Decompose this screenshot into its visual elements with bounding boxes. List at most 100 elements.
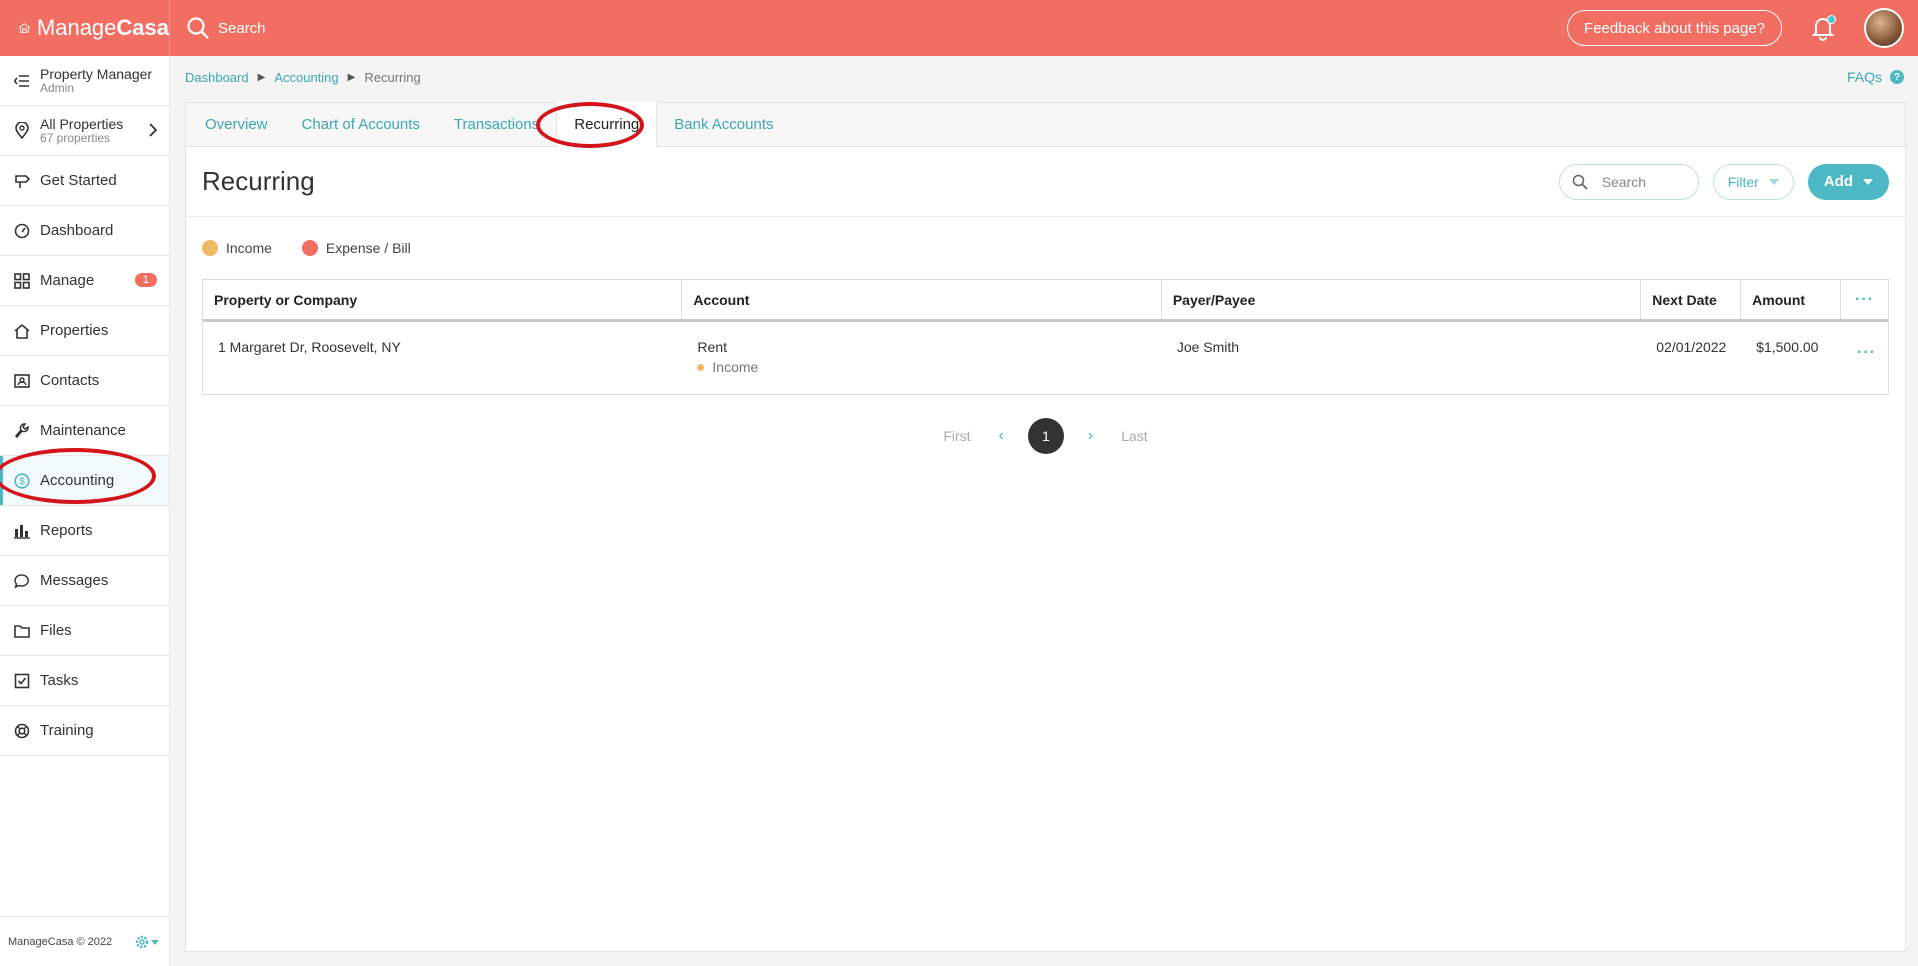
sidebar-item-tasks[interactable]: Tasks (0, 656, 169, 706)
more-options-icon: ··· (1855, 290, 1874, 308)
cell-property: 1 Margaret Dr, Roosevelt, NY (218, 339, 401, 355)
search-icon (187, 17, 209, 39)
location-pin-icon (14, 122, 30, 139)
avatar[interactable] (1864, 8, 1904, 48)
pager-last[interactable]: Last (1121, 428, 1147, 444)
income-dot (202, 240, 218, 256)
legend-income: Income (202, 240, 272, 256)
sidebar-item-files[interactable]: Files (0, 606, 169, 656)
tab-overview[interactable]: Overview (188, 102, 285, 146)
global-search[interactable]: Search (186, 16, 266, 40)
sidebar-item-label: Training (40, 722, 94, 739)
column-options-button[interactable]: ··· (1841, 280, 1888, 319)
sidebar-item-label: Messages (40, 572, 109, 589)
add-button[interactable]: Add (1807, 163, 1889, 200)
sidebar-item-training[interactable]: Training (0, 706, 169, 756)
sidebar-item-manage[interactable]: Manage 1 (0, 256, 169, 306)
faqs-link[interactable]: FAQs ? (1847, 69, 1904, 85)
more-options-icon: ··· (1857, 344, 1877, 361)
settings-menu[interactable] (134, 934, 160, 950)
help-icon: ? (1890, 70, 1904, 84)
sidebar-user[interactable]: Property Manager Admin (0, 56, 169, 106)
notifications-button[interactable] (1810, 15, 1836, 41)
filter-label: Filter (1727, 173, 1759, 190)
account-type: Income (712, 359, 759, 375)
house-icon (14, 323, 30, 339)
search-icon (1572, 174, 1588, 190)
pager-first[interactable]: First (943, 428, 970, 444)
sidebar-item-maintenance[interactable]: Maintenance (0, 406, 169, 456)
column-next-date[interactable]: Next Date (1641, 280, 1742, 319)
copyright-text: ManageCasa © 2022 (8, 935, 113, 948)
chat-bubble-icon (14, 573, 30, 589)
user-role: Admin (40, 80, 75, 95)
tab-recurring[interactable]: Recurring (556, 102, 658, 147)
collapse-menu-icon[interactable] (14, 73, 30, 89)
account-name: Rent (697, 339, 727, 355)
page-header: Recurring Search Filter Add (186, 147, 1905, 217)
sidebar-all-properties[interactable]: All Properties 67 properties (0, 106, 169, 156)
house-logo-icon (19, 23, 30, 33)
cell-amount: $1,500.00 (1756, 339, 1819, 355)
pagination: First ‹ 1 › Last (186, 418, 1905, 454)
breadcrumb-chevron-icon: ▶ (257, 72, 266, 83)
column-account[interactable]: Account (682, 280, 1162, 319)
sidebar-item-messages[interactable]: Messages (0, 556, 169, 606)
sidebar-item-label: Maintenance (40, 422, 126, 439)
svg-text:$: $ (19, 476, 25, 487)
lifebuoy-icon (14, 723, 30, 739)
sidebar-item-accounting[interactable]: $ Accounting (0, 456, 169, 506)
properties-count: 67 properties (40, 130, 111, 145)
column-property[interactable]: Property or Company (203, 280, 683, 319)
breadcrumb-accounting[interactable]: Accounting (274, 70, 338, 85)
chevron-right-icon[interactable]: › (1088, 427, 1093, 445)
sidebar-item-label: Get Started (40, 172, 117, 189)
legend: Income Expense / Bill (186, 217, 1905, 279)
column-amount[interactable]: Amount (1741, 280, 1842, 319)
chevron-right-icon (148, 123, 158, 141)
breadcrumb-chevron-icon: ▶ (347, 72, 356, 83)
sidebar-item-contacts[interactable]: Contacts (0, 356, 169, 406)
faqs-label: FAQs (1846, 69, 1882, 85)
table-row[interactable]: 1 Margaret Dr, Roosevelt, NY Rent Income… (203, 322, 1888, 394)
sidebar-item-reports[interactable]: Reports (0, 506, 169, 556)
legend-label: Income (226, 240, 272, 256)
page-title: Recurring (202, 166, 315, 196)
legend-label: Expense / Bill (325, 240, 411, 256)
sidebar-item-label: Properties (40, 322, 109, 339)
folder-icon (14, 623, 30, 639)
tab-chart-of-accounts[interactable]: Chart of Accounts (285, 102, 437, 146)
pager-current-page[interactable]: 1 (1027, 418, 1064, 454)
caret-down-icon (1863, 178, 1873, 185)
income-dot (697, 363, 705, 371)
sidebar-item-label: Manage (40, 272, 95, 289)
recurring-table: Property or Company Account Payer/Payee … (202, 279, 1889, 395)
breadcrumb-dashboard[interactable]: Dashboard (185, 70, 249, 85)
filter-button[interactable]: Filter (1712, 163, 1794, 200)
gear-icon (135, 935, 149, 948)
column-payee[interactable]: Payer/Payee (1162, 280, 1642, 319)
sidebar-item-properties[interactable]: Properties (0, 306, 169, 356)
add-label: Add (1823, 173, 1853, 190)
sidebar-item-get-started[interactable]: Get Started (0, 156, 169, 206)
breadcrumb: Dashboard ▶ Accounting ▶ Recurring (185, 70, 421, 85)
sidebar-item-label: Accounting (40, 472, 115, 489)
row-options-button[interactable]: ··· (1841, 322, 1888, 394)
feedback-button[interactable]: Feedback about this page? (1567, 10, 1782, 46)
manage-count-badge: 1 (134, 273, 157, 287)
sidebar-item-label: Contacts (40, 372, 100, 389)
search-placeholder: Search (1601, 173, 1647, 190)
gauge-icon (14, 223, 30, 239)
sidebar-item-dashboard[interactable]: Dashboard (0, 206, 169, 256)
expense-dot (301, 240, 318, 256)
caret-down-icon (1768, 178, 1779, 185)
user-name: Property Manager (40, 65, 153, 82)
logo-text-bold: Casa (116, 15, 169, 40)
top-bar: Manage Casa Search Feedback about this pa… (0, 0, 1918, 56)
chevron-left-icon[interactable]: ‹ (999, 427, 1004, 445)
tab-bank-accounts[interactable]: Bank Accounts (657, 102, 790, 146)
search-input[interactable]: Search (1558, 163, 1699, 200)
tab-transactions[interactable]: Transactions (437, 102, 556, 146)
app-logo[interactable]: Manage Casa (0, 0, 170, 56)
sidebar-item-label: Files (40, 622, 72, 639)
